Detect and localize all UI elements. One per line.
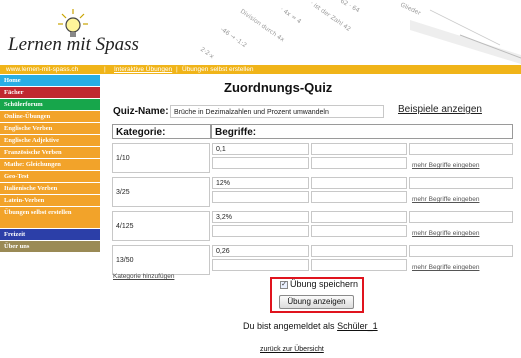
page-title: Zuordnungs-Quiz [224, 80, 333, 95]
logo-text[interactable]: Lernen mit Spass [8, 34, 139, 56]
sidebar-item-freizeit[interactable]: Freizeit [0, 229, 100, 241]
sidebar-item-schuelerforum[interactable]: Schülerforum [0, 99, 100, 111]
header: 2·2·x -46 → -1:2 Division durch 4x · 4x … [0, 0, 521, 66]
begriff-input[interactable] [409, 245, 513, 257]
back-to-overview-link[interactable]: zurück zur Übersicht [260, 346, 324, 353]
quiz-name-label: Quiz-Name: [113, 106, 169, 117]
separator: | [176, 66, 178, 73]
sidebar-item-uebungen-erstellen[interactable]: Übungen selbst erstellen [0, 207, 100, 229]
begriff-input[interactable] [311, 225, 407, 237]
begriff-input[interactable] [212, 259, 309, 271]
show-exercise-button[interactable]: Übung anzeigen [279, 295, 354, 309]
table-row: 13/50 0,26 mehr Begriffe eingeben [112, 245, 513, 276]
login-status: Du bist angemeldet als Schüler_1 [243, 321, 378, 331]
column-header-kategorie: Kategorie: [112, 124, 211, 139]
sidebar-item-englische-verben[interactable]: Englische Verben [0, 123, 100, 135]
sidebar-item-italienische-verben[interactable]: Italienische Verben [0, 183, 100, 195]
begriff-input[interactable] [311, 245, 407, 257]
begriff-input[interactable] [311, 211, 407, 223]
svg-text:2·2·x: 2·2·x [199, 46, 216, 61]
svg-text:Glieder: Glieder [399, 1, 422, 17]
interactive-exercises-link[interactable]: Interaktive Übungen [114, 65, 172, 74]
begriff-input[interactable] [311, 177, 407, 189]
separator: | [104, 66, 106, 73]
sidebar-item-faecher[interactable]: Fächer [0, 87, 100, 99]
sidebar-item-mathe-gleichungen[interactable]: Mathe: Gleichungen [0, 159, 100, 171]
more-terms-link[interactable]: mehr Begriffe eingeben [412, 264, 479, 271]
site-link[interactable]: www.lernen-mit-spass.ch [6, 65, 78, 74]
begriff-input[interactable] [212, 191, 309, 203]
login-prefix: Du bist angemeldet als [243, 321, 335, 331]
begriff-input[interactable] [311, 259, 407, 271]
kategorie-input[interactable]: 1/10 [112, 143, 210, 173]
begriff-input[interactable] [311, 143, 407, 155]
user-link[interactable]: Schüler_1 [337, 321, 378, 331]
sidebar-item-online-uebungen[interactable]: Online-Übungen [0, 111, 100, 123]
table-row: 4/125 3,2% mehr Begriffe eingeben [112, 211, 513, 242]
save-checkbox[interactable]: ✓ [280, 281, 288, 289]
sidebar-item-englische-adjektive[interactable]: Englische Adjektive [0, 135, 100, 147]
sidebar-item-geo-test[interactable]: Geo-Test [0, 171, 100, 183]
save-checkbox-label[interactable]: Übung speichern [290, 279, 358, 289]
sidebar-item-latein-verben[interactable]: Latein-Verben [0, 195, 100, 207]
begriff-input[interactable] [311, 191, 407, 203]
top-bar: www.lernen-mit-spass.ch | Interaktive Üb… [0, 65, 521, 74]
begriff-input[interactable]: 3,2% [212, 211, 309, 223]
quiz-name-input[interactable]: Brüche in Dezimalzahlen und Prozent umwa… [170, 105, 384, 118]
svg-text:62 · 64: 62 · 64 [339, 0, 361, 14]
begriff-input[interactable] [212, 225, 309, 237]
begriff-input[interactable] [311, 157, 407, 169]
examples-link[interactable]: Beispiele anzeigen [398, 104, 482, 115]
kategorie-input[interactable]: 4/125 [112, 211, 210, 241]
sidebar-item-ueber-uns[interactable]: Über uns [0, 241, 100, 253]
more-terms-link[interactable]: mehr Begriffe eingeben [412, 230, 479, 237]
add-category-link[interactable]: Kategorie hinzufügen [113, 273, 174, 280]
begriff-input[interactable] [409, 211, 513, 223]
begriff-input[interactable] [212, 157, 309, 169]
create-exercises-link[interactable]: Übungen selbst erstellen [182, 65, 254, 74]
more-terms-link[interactable]: mehr Begriffe eingeben [412, 196, 479, 203]
sidebar-item-franzoesische-verben[interactable]: Französische Verben [0, 147, 100, 159]
table-row: 3/25 12% mehr Begriffe eingeben [112, 177, 513, 208]
begriff-input[interactable] [409, 143, 513, 155]
sidebar: Home Fächer Schülerforum Online-Übungen … [0, 75, 104, 253]
svg-text:-46 → -1:2: -46 → -1:2 [219, 26, 248, 49]
svg-text:Division durch 4x: Division durch 4x [239, 8, 286, 44]
begriff-input[interactable]: 0,26 [212, 245, 309, 257]
svg-text:· 4x = 4: · 4x = 4 [279, 6, 303, 26]
begriff-input[interactable] [409, 177, 513, 189]
begriff-input[interactable]: 0,1 [212, 143, 309, 155]
sidebar-item-home[interactable]: Home [0, 75, 100, 87]
more-terms-link[interactable]: mehr Begriffe eingeben [412, 162, 479, 169]
math-scribble-decoration: 2·2·x -46 → -1:2 Division durch 4x · 4x … [199, 0, 521, 64]
column-header-begriffe: Begriffe: [211, 124, 513, 139]
kategorie-input[interactable]: 3/25 [112, 177, 210, 207]
begriff-input[interactable]: 12% [212, 177, 309, 189]
kategorie-input[interactable]: 13/50 [112, 245, 210, 275]
table-row: 1/10 0,1 mehr Begriffe eingeben [112, 143, 513, 174]
